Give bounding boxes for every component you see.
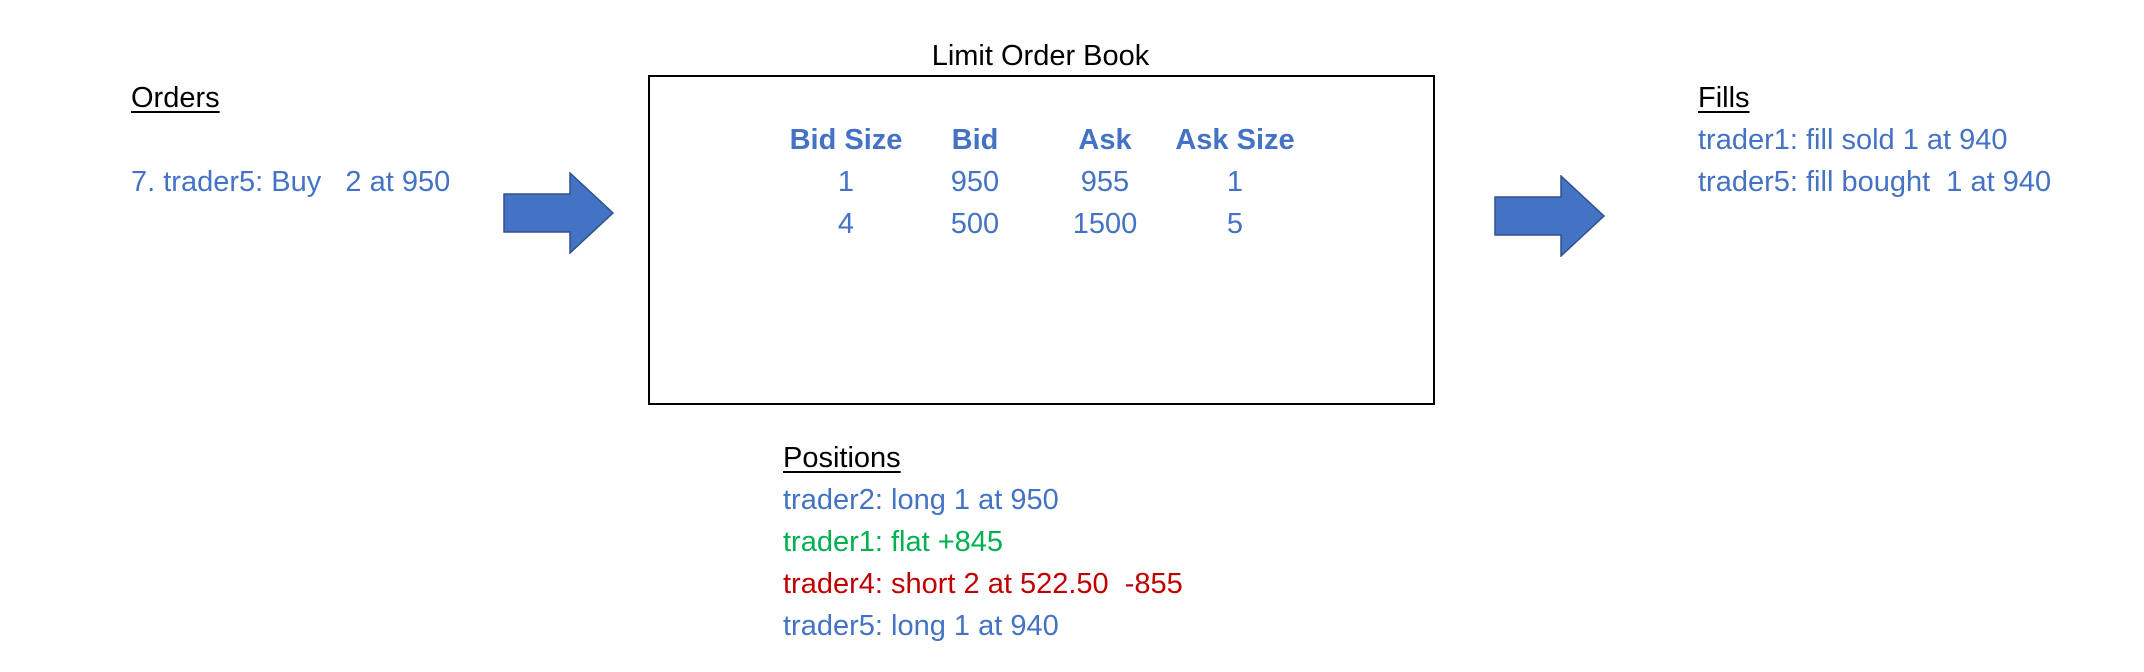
position-line: trader4: short 2 at 522.50 -855 <box>783 568 1183 600</box>
ask-size-cell: 1 <box>1226 166 1244 198</box>
ask-size-cell: 5 <box>1226 208 1244 240</box>
right-arrow-icon <box>503 172 615 254</box>
order-book-title: Limit Order Book <box>931 40 1150 72</box>
fill-line: trader1: fill sold 1 at 940 <box>1698 124 2008 156</box>
fills-heading: Fills <box>1698 82 1750 114</box>
position-line: trader1: flat +845 <box>783 526 1004 558</box>
order-line: 7. trader5: Buy 2 at 950 <box>131 166 451 198</box>
positions-heading: Positions <box>783 442 901 474</box>
ask-size-header: Ask Size <box>1175 124 1295 156</box>
ask-size-column: Ask Size 1 5 <box>1150 119 1320 245</box>
fill-line: trader5: fill bought 1 at 940 <box>1698 166 2052 198</box>
position-line: trader5: long 1 at 940 <box>783 610 1059 642</box>
orders-heading: Orders <box>131 82 220 114</box>
right-arrow-icon <box>1494 175 1606 257</box>
position-line: trader2: long 1 at 950 <box>783 484 1059 516</box>
